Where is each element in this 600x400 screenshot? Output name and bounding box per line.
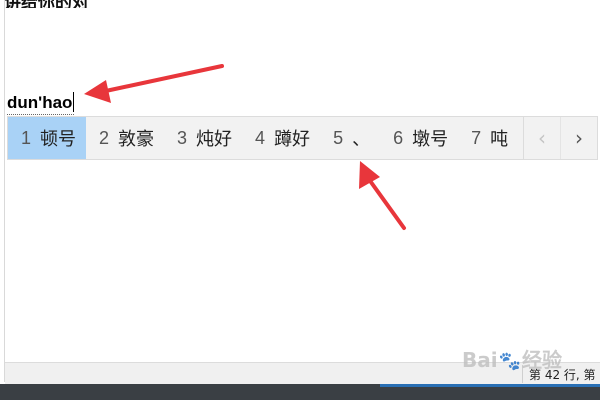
candidate-4[interactable]: 4 蹲好	[242, 117, 320, 159]
candidate-number: 2	[99, 127, 110, 148]
candidate-text: 炖好	[196, 129, 233, 150]
candidate-number: 7	[471, 127, 482, 148]
candidate-6[interactable]: 6 墩号	[380, 117, 458, 159]
taskbar-accent	[380, 384, 600, 387]
text-editor-area[interactable]	[5, 0, 600, 362]
ime-composition-text[interactable]: dun'hao	[7, 92, 75, 115]
candidate-text: 顿号	[40, 129, 77, 150]
candidate-text: 、	[352, 129, 371, 150]
candidate-2[interactable]: 2 敦豪	[86, 117, 164, 159]
candidate-number: 5	[333, 127, 344, 148]
text-caret	[73, 92, 75, 112]
candidate-1[interactable]: 1 顿号	[8, 117, 87, 159]
baidu-jingyan-watermark: Bai🐾经验	[462, 348, 563, 372]
candidate-number: 6	[393, 127, 404, 148]
ime-candidate-bar: 1 顿号 2 敦豪 3 炖好 4 蹲好 5、 6 墩号 7吨 ‹ ›	[7, 116, 598, 160]
candidate-3[interactable]: 3 炖好	[164, 117, 242, 159]
candidate-number: 1	[21, 127, 32, 148]
candidate-page-nav: ‹ ›	[523, 117, 597, 159]
candidate-text: 吨	[490, 129, 509, 150]
chevron-left-icon[interactable]: ‹	[524, 117, 560, 159]
candidate-7[interactable]: 7吨	[458, 117, 518, 159]
candidate-text: 蹲好	[274, 129, 311, 150]
paw-icon: 🐾	[498, 351, 522, 372]
chevron-right-icon[interactable]: ›	[560, 117, 597, 159]
candidate-number: 3	[177, 127, 188, 148]
candidate-5[interactable]: 5、	[320, 117, 380, 159]
candidate-number: 4	[255, 127, 266, 148]
candidate-text: 墩号	[412, 129, 449, 150]
candidate-text: 敦豪	[118, 129, 155, 150]
composition-string: dun'hao	[7, 93, 73, 112]
